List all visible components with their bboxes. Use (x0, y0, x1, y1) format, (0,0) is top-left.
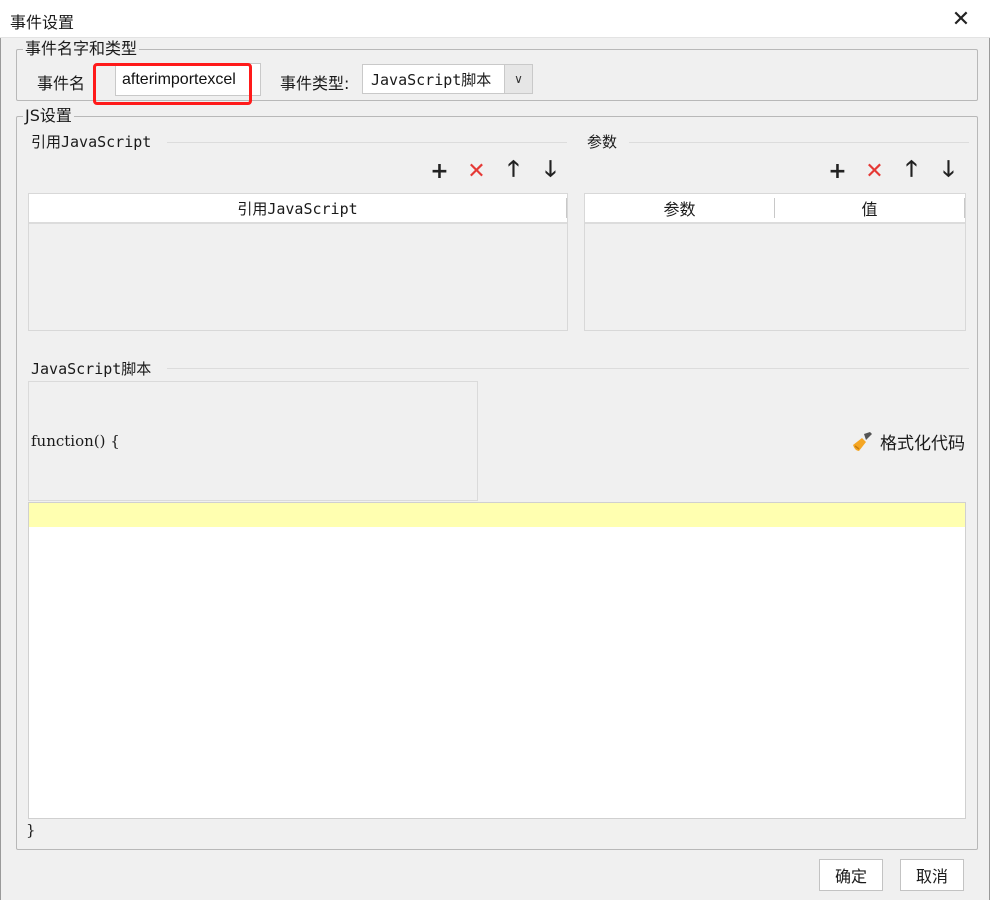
arrow-down-icon[interactable]: 🡓 (532, 157, 569, 185)
ref-js-table-header: 引用JavaScript (29, 194, 567, 224)
arrow-up-icon[interactable]: 🡑 (495, 157, 532, 185)
window-title: 事件设置 (10, 13, 75, 32)
chevron-down-icon[interactable]: ∨ (504, 65, 532, 93)
close-icon[interactable]: ✕ (932, 0, 990, 38)
event-type-value: JavaScript脚本 (371, 70, 492, 89)
ref-js-toolbar: + ✕ 🡑 🡓 (421, 157, 569, 185)
ok-button[interactable]: 确定 (819, 859, 883, 891)
function-closing-brace: } (26, 821, 36, 839)
event-name-type-legend: 事件名字和类型 (23, 39, 140, 59)
params-toolbar: + ✕ 🡑 🡓 (819, 157, 967, 185)
params-section-title: 参数 (587, 133, 618, 151)
code-editor[interactable] (28, 502, 966, 819)
js-settings-group: JS设置 引用JavaScript + ✕ 🡑 🡓 引用JavaScript 参… (16, 106, 978, 850)
arrow-up-icon[interactable]: 🡑 (893, 157, 930, 185)
delete-icon[interactable]: ✕ (856, 157, 893, 185)
broom-icon (853, 431, 872, 451)
dialog-body: 事件名字和类型 事件名 事件类型: JavaScript脚本 ∨ JS设置 引用… (0, 38, 990, 900)
ref-js-column-header[interactable]: 引用JavaScript (29, 198, 567, 218)
current-line-highlight (29, 503, 965, 527)
event-name-input[interactable] (115, 63, 261, 96)
params-divider (629, 142, 969, 143)
js-settings-legend: JS设置 (23, 106, 74, 126)
function-header-text: function() { (31, 432, 120, 450)
add-icon[interactable]: + (421, 157, 458, 185)
params-column-header[interactable]: 参数 (585, 198, 775, 219)
ref-js-table[interactable]: 引用JavaScript (28, 193, 568, 331)
value-column-header[interactable]: 值 (775, 198, 965, 219)
event-type-label: 事件类型: (280, 74, 350, 93)
params-table[interactable]: 参数 值 (584, 193, 966, 331)
event-type-select[interactable]: JavaScript脚本 ∨ (362, 64, 533, 94)
params-table-header: 参数 值 (585, 194, 965, 224)
cancel-button[interactable]: 取消 (900, 859, 964, 891)
script-section-title: JavaScript脚本 (31, 360, 152, 378)
function-header-box: function() { (28, 381, 478, 501)
event-name-label: 事件名 (37, 74, 86, 93)
title-bar: 事件设置 ✕ (0, 0, 990, 38)
format-code-button[interactable]: 格式化代码 (850, 429, 965, 454)
delete-icon[interactable]: ✕ (458, 157, 495, 185)
script-divider (167, 368, 969, 369)
ref-js-divider (167, 142, 567, 143)
arrow-down-icon[interactable]: 🡓 (930, 157, 967, 185)
format-code-label: 格式化代码 (880, 434, 965, 454)
event-name-type-group: 事件名字和类型 事件名 事件类型: JavaScript脚本 ∨ (16, 39, 978, 101)
ref-js-section-title: 引用JavaScript (31, 133, 152, 151)
add-icon[interactable]: + (819, 157, 856, 185)
